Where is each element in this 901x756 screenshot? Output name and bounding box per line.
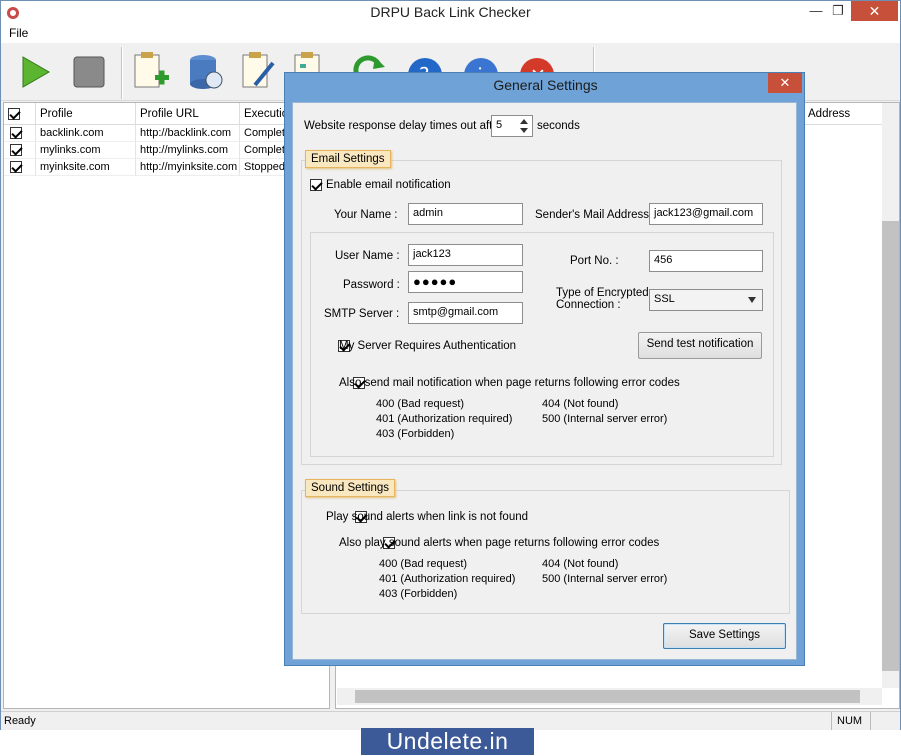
mail-error-codes-label: Also send mail notification when page re… [339, 377, 680, 389]
error-code: 500 (Internal server error) [542, 573, 668, 585]
header-address[interactable]: Address [804, 103, 884, 125]
menu-bar: File [1, 23, 900, 43]
your-name-label: Your Name : [334, 209, 398, 221]
cell-url: http://mylinks.com [136, 142, 240, 159]
general-settings-dialog: General Settings ✕ Website response dela… [284, 72, 805, 666]
user-name-label: User Name : [335, 250, 400, 262]
sound-error-codes-label: Also play sound alerts when page returns… [339, 537, 660, 549]
dialog-close-button[interactable]: ✕ [768, 73, 802, 93]
sound-settings-group [301, 490, 790, 614]
enable-email-label: Enable email notification [326, 179, 451, 191]
sender-mail-label: Sender's Mail Address : [535, 209, 656, 221]
port-field[interactable]: 456 [649, 250, 763, 272]
play-sound-label: Play sound alerts when link is not found [326, 511, 529, 523]
status-text: Ready [4, 715, 36, 727]
user-name-field[interactable]: jack123 [408, 244, 523, 266]
enable-email-checkbox[interactable] [310, 179, 322, 191]
error-code: 400 (Bad request) [379, 558, 468, 570]
edit-profile-icon[interactable] [239, 51, 279, 93]
delay-value: 5 [496, 119, 503, 131]
sender-mail-field[interactable]: jack123@gmail.com [649, 203, 763, 225]
row-checkbox[interactable] [10, 127, 22, 139]
server-auth-label: My Server Requires Authentication [339, 340, 517, 352]
error-code: 400 (Bad request) [376, 398, 465, 410]
maximize-button[interactable]: ❐ [823, 1, 853, 21]
delay-label: Website response delay times out after [304, 120, 503, 132]
row-checkbox[interactable] [10, 144, 22, 156]
sound-settings-legend: Sound Settings [305, 479, 396, 497]
menu-file[interactable]: File [9, 26, 28, 40]
dialog-title: General Settings [493, 77, 598, 93]
select-all-checkbox[interactable] [8, 108, 20, 120]
window-title: DRPU Back Link Checker [370, 4, 531, 20]
encryption-label: Type of Encrypted Connection : [556, 287, 649, 311]
database-icon[interactable] [186, 51, 226, 93]
delay-unit: seconds [537, 120, 580, 132]
cell-profile: myinksite.com [36, 159, 136, 176]
row-checkbox[interactable] [10, 161, 22, 173]
port-label: Port No. : [570, 255, 619, 267]
error-code: 500 (Internal server error) [542, 413, 668, 425]
chevron-down-icon [748, 297, 756, 303]
sound-codes-left: 400 (Bad request) 401 (Authorization req… [379, 557, 515, 602]
save-settings-button[interactable]: Save Settings [663, 623, 786, 649]
toolbar-separator [121, 47, 123, 99]
email-settings-legend: Email Settings [305, 150, 391, 168]
spinner-arrows-icon[interactable] [518, 117, 530, 135]
delay-spinner[interactable]: 5 [491, 115, 533, 137]
add-profile-icon[interactable] [131, 51, 171, 93]
header-profile-url[interactable]: Profile URL [136, 103, 240, 125]
cell-url: http://backlink.com [136, 125, 240, 142]
error-code: 404 (Not found) [542, 398, 619, 410]
header-profile[interactable]: Profile [36, 103, 136, 125]
brand-banner: Undelete.in [361, 728, 534, 755]
profile-grid: Profile Profile URL Executio backlink.co… [3, 102, 330, 709]
error-code: 401 (Authorization required) [376, 413, 513, 425]
scroll-thumb[interactable] [882, 221, 899, 671]
your-name-field[interactable]: admin [408, 203, 523, 225]
cell-profile: mylinks.com [36, 142, 136, 159]
error-code: 403 (Forbidden) [379, 588, 458, 600]
password-label: Password : [343, 279, 400, 291]
close-button[interactable]: ✕ [851, 1, 898, 21]
sound-codes-right: 404 (Not found) 500 (Internal server err… [542, 557, 667, 587]
dialog-body: Website response delay times out after 5… [292, 102, 797, 660]
error-code: 404 (Not found) [542, 558, 619, 570]
smtp-server-label: SMTP Server : [324, 308, 400, 320]
mail-codes-right: 404 (Not found) 500 (Internal server err… [542, 397, 667, 427]
mail-codes-left: 400 (Bad request) 401 (Authorization req… [376, 397, 512, 442]
smtp-server-field[interactable]: smtp@gmail.com [408, 302, 523, 324]
encryption-select[interactable]: SSL [649, 289, 763, 311]
title-bar: DRPU Back Link Checker — ❐ ✕ [1, 1, 900, 23]
cell-profile: backlink.com [36, 125, 136, 142]
scroll-thumb[interactable] [355, 690, 860, 703]
start-icon[interactable] [15, 51, 55, 93]
password-field[interactable]: ●●●●● [408, 271, 523, 293]
cell-url: http://myinksite.com [136, 159, 240, 176]
encryption-value: SSL [654, 293, 675, 305]
horizontal-scrollbar[interactable] [337, 688, 882, 705]
send-test-notification-button[interactable]: Send test notification [638, 332, 762, 359]
stop-icon[interactable] [69, 51, 109, 93]
num-lock-indicator: NUM [831, 712, 871, 730]
error-code: 401 (Authorization required) [379, 573, 516, 585]
vertical-scrollbar[interactable] [882, 103, 899, 688]
error-code: 403 (Forbidden) [376, 428, 455, 440]
header-check[interactable] [4, 103, 36, 125]
